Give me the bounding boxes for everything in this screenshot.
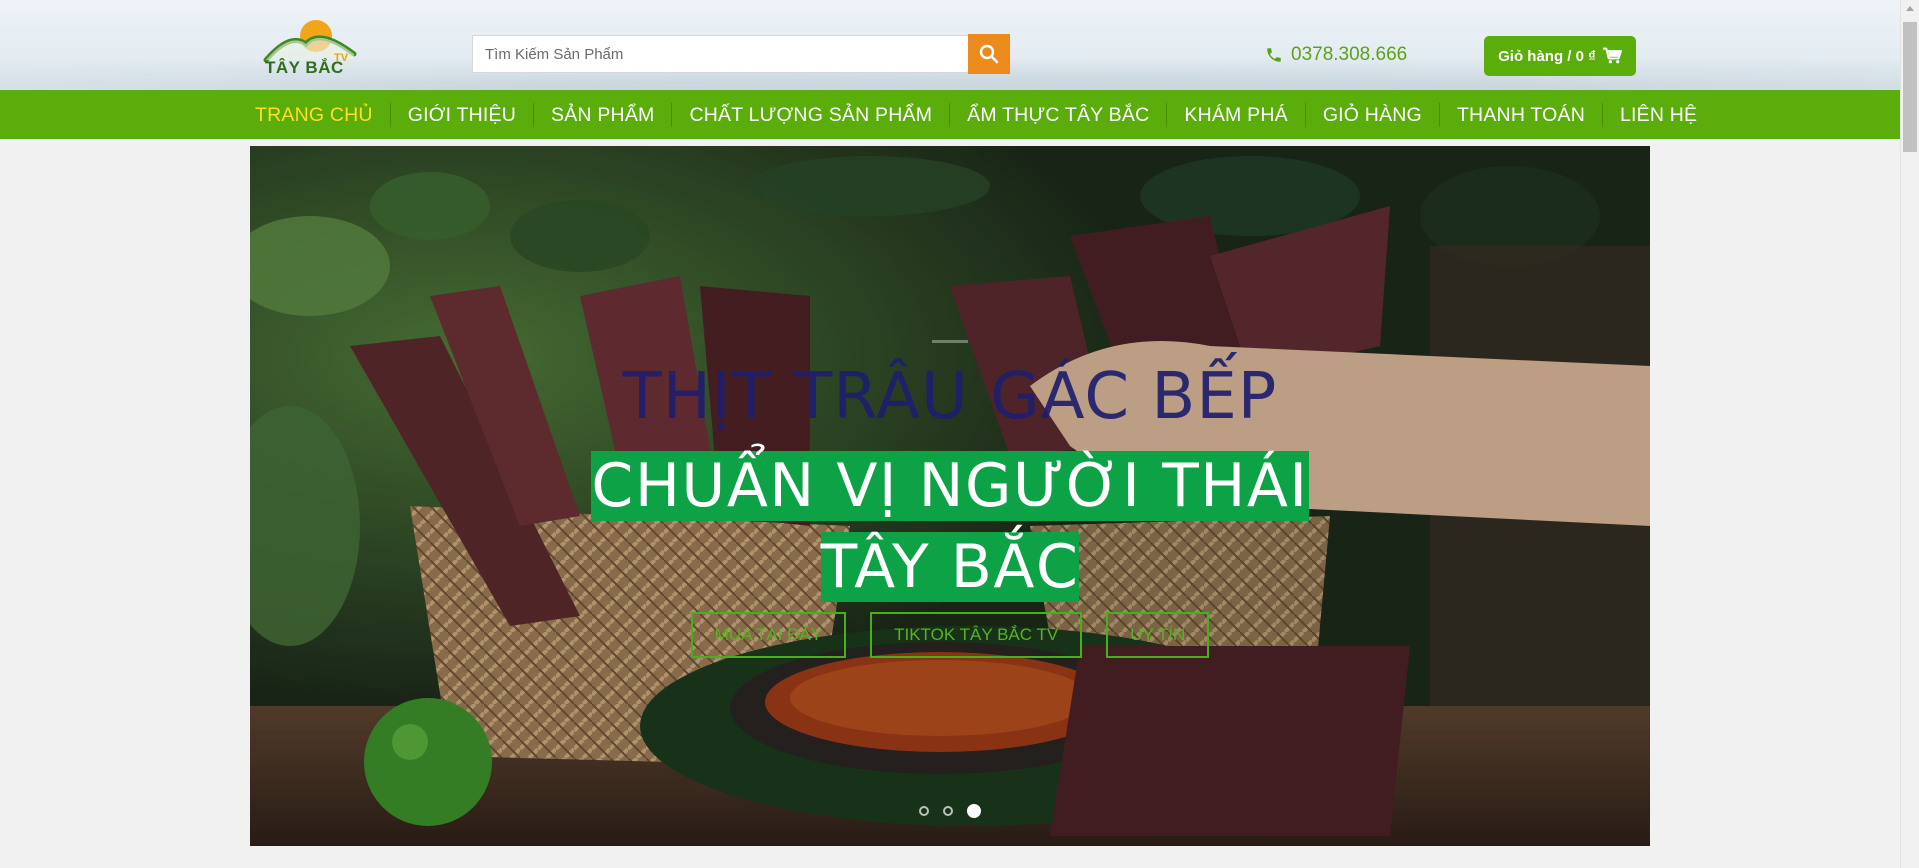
slider-dot-2[interactable] [943, 806, 953, 816]
search-icon [979, 44, 999, 64]
nav-item-gio-hang[interactable]: GIỎ HÀNG [1306, 102, 1440, 127]
nav-item-gioi-thieu[interactable]: GIỚI THIỆU [391, 102, 535, 127]
slider-dot-3[interactable] [967, 804, 981, 818]
main-navigation: TRANG CHỦ GIỚI THIỆU SẢN PHẨM CHẤT LƯỢNG… [0, 90, 1900, 139]
nav-item-chat-luong-san-pham[interactable]: CHẤT LƯỢNG SẢN PHẨM [672, 102, 951, 127]
hero-subtitle-block: CHUẨN VỊ NGƯỜI THÁI TÂY BẮC [544, 446, 1356, 608]
phone-icon [1267, 48, 1281, 62]
hero-subtitle: CHUẨN VỊ NGƯỜI THÁI TÂY BẮC [591, 451, 1309, 602]
slider-dots [250, 804, 1650, 818]
trusted-button[interactable]: UY TÍN [1106, 612, 1210, 658]
logo-tv-mark: TV [334, 52, 349, 64]
nav-item-lien-he[interactable]: LIÊN HỆ [1603, 103, 1714, 127]
hero-button-group: MUA TẠI ĐÂY TIKTOK TÂY BẮC TV UY TÍN [250, 612, 1650, 658]
search-button[interactable] [968, 34, 1010, 74]
logo-text: TÂY BẮC [265, 58, 344, 77]
cart-label: Giỏ hàng / 0 ₫ [1498, 47, 1596, 65]
nav-item-am-thuc-tay-bac[interactable]: ẨM THỰC TÂY BẮC [950, 102, 1168, 127]
nav-list: TRANG CHỦ GIỚI THIỆU SẢN PHẨM CHẤT LƯỢNG… [238, 90, 1714, 139]
phone-number: 0378.308.666 [1291, 44, 1408, 65]
scroll-thumb[interactable] [1903, 22, 1917, 152]
page-scrollbar[interactable] [1900, 0, 1919, 868]
site-header: TÂY BẮC TV 0378.308.666 Giỏ hàng / 0 ₫ [0, 0, 1900, 90]
slide-divider [932, 340, 968, 343]
search-input[interactable] [472, 35, 968, 73]
search-bar [472, 34, 1010, 75]
scroll-up-arrow-icon[interactable] [1906, 6, 1914, 11]
phone-contact[interactable]: 0378.308.666 [1265, 44, 1407, 66]
tiktok-button[interactable]: TIKTOK TÂY BẮC TV [870, 612, 1083, 658]
nav-item-san-pham[interactable]: SẢN PHẨM [534, 102, 673, 127]
nav-item-thanh-toan[interactable]: THANH TOÁN [1440, 102, 1603, 127]
cart-icon [1602, 47, 1622, 64]
buy-here-button[interactable]: MUA TẠI ĐÂY [690, 612, 847, 658]
slider-dot-1[interactable] [919, 806, 929, 816]
hero-slider[interactable]: THỊT TRÂU GÁC BẾP CHUẨN VỊ NGƯỜI THÁI TÂ… [250, 146, 1650, 846]
nav-item-trang-chu[interactable]: TRANG CHỦ [238, 102, 391, 127]
hero-title: THỊT TRÂU GÁC BẾP [622, 360, 1278, 434]
nav-item-kham-pha[interactable]: KHÁM PHÁ [1167, 102, 1306, 127]
cart-button[interactable]: Giỏ hàng / 0 ₫ [1484, 36, 1636, 76]
